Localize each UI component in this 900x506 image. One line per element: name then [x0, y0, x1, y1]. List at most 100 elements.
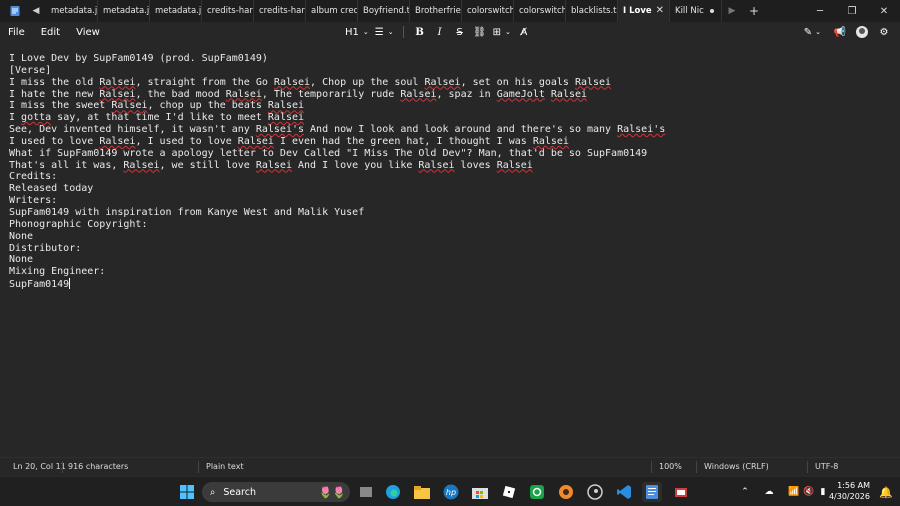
text-line: Writers: [9, 195, 899, 207]
clock[interactable]: 1:56 AM 4/30/2026 [829, 480, 870, 502]
notification-bell-icon[interactable]: 🔔 [876, 482, 896, 502]
list-dropdown[interactable]: ☰ ⌄ [372, 22, 397, 42]
cloud-icon[interactable]: ☁ [758, 487, 780, 497]
notepad-taskbar-icon[interactable] [642, 482, 662, 502]
tab-label: Kill Nic [675, 6, 704, 16]
link-button[interactable]: ⛓ [470, 22, 490, 42]
close-tab-icon[interactable]: ✕ [656, 5, 664, 16]
taskbar-search[interactable]: ⌕ Search 🌷🌷 [202, 482, 350, 502]
misspelled-word: Ralsei [267, 100, 305, 112]
hp-icon[interactable]: hp [441, 482, 461, 502]
text-line: I miss the old Ralsei, straight from the… [9, 77, 899, 89]
line-ending[interactable]: Windows (CRLF) [704, 462, 769, 471]
table-dropdown[interactable]: ⊞ ⌄ [490, 22, 514, 42]
file-format[interactable]: Plain text [206, 462, 244, 471]
tab-blacklists[interactable]: blacklists.txt [566, 0, 618, 22]
vscode-icon[interactable] [614, 482, 634, 502]
text-run: , I used to love [135, 135, 238, 147]
status-divider [651, 461, 652, 473]
avatar[interactable] [856, 26, 868, 38]
unsaved-dot-icon [710, 9, 714, 13]
italic-button[interactable]: I [430, 22, 450, 42]
tab-credits-hard-1[interactable]: credits-hard [202, 0, 254, 22]
text-line: I hate the new Ralsei, the bad mood Rals… [9, 89, 899, 101]
wifi-icon[interactable]: 📶 [786, 487, 802, 497]
tab-boyfriend[interactable]: Boyfriend.txt [358, 0, 410, 22]
text-run: Released today [9, 183, 94, 195]
scroll-tabs-right-button[interactable]: ▶ [722, 0, 742, 22]
new-tab-button[interactable]: + [742, 0, 766, 22]
text-run: None [9, 230, 34, 242]
steam-icon[interactable] [585, 482, 605, 502]
fl-studio-icon[interactable] [556, 482, 576, 502]
zoom-level[interactable]: 100% [659, 462, 682, 471]
text-line: I used to love Ralsei, I used to love Ra… [9, 136, 899, 148]
status-divider [62, 461, 63, 473]
roblox-icon[interactable] [499, 482, 519, 502]
close-window-button[interactable]: ✕ [868, 0, 900, 22]
tab-metadata-3[interactable]: metadata.jsc [150, 0, 202, 22]
title-bar: ◀ metadata.jsc metadata.jsc metadata.jsc… [0, 0, 900, 22]
scroll-tabs-left-button[interactable]: ◀ [26, 0, 46, 22]
text-run: I miss the sweet [9, 100, 112, 112]
text-editor[interactable]: I Love Dev by SupFam0149 (prod. SupFam01… [9, 53, 899, 290]
text-line: [Verse] [9, 65, 899, 77]
misspelled-word: Ralsei [400, 88, 437, 100]
tab-brotherfriend[interactable]: Brotherfrien [410, 0, 462, 22]
tab-credits-hard-2[interactable]: credits-hard [254, 0, 306, 22]
restore-button[interactable]: ❐ [836, 0, 868, 22]
cursor-position[interactable]: Ln 20, Col 11 [13, 462, 66, 471]
misspelled-word: Ralsei [255, 159, 292, 171]
heading-label: H1 [345, 26, 359, 38]
tab-colorswitch-2[interactable]: colorswitchi [514, 0, 566, 22]
character-count: 916 characters [68, 462, 129, 471]
text-run: I hate the new [9, 88, 100, 100]
text-line: SupFam0149 with inspiration from Kanye W… [9, 207, 899, 219]
heading-dropdown[interactable]: H1 ⌄ [342, 22, 372, 42]
tab-colorswitch-1[interactable]: colorswitchi [462, 0, 514, 22]
text-run: , Chop up the soul [310, 76, 425, 88]
tab-album-credits[interactable]: album credit [306, 0, 358, 22]
strikethrough-button[interactable]: S [450, 22, 470, 42]
settings-button[interactable]: ⚙ [874, 22, 894, 42]
announcement-button[interactable]: 📢 [830, 22, 850, 42]
text-line: Distributor: [9, 243, 899, 255]
search-icon: ⌕ [210, 486, 216, 498]
menu-view[interactable]: View [68, 27, 108, 38]
battery-icon[interactable]: ▮ [816, 487, 830, 497]
text-run: What if SupFam0149 wrote a apology lette… [9, 147, 648, 159]
start-button[interactable] [177, 482, 197, 502]
chevron-up-icon[interactable]: ⌃ [738, 487, 752, 497]
tab-kill-nic[interactable]: Kill Nic [670, 0, 722, 22]
text-run: Distributor: [9, 242, 82, 254]
volume-icon[interactable]: 🔇 [802, 487, 816, 497]
snipping-tool-icon[interactable] [671, 482, 691, 502]
tab-metadata-2[interactable]: metadata.jsc [98, 0, 150, 22]
tab-label: I Love [623, 6, 652, 16]
system-tray: ⌃ ☁ 📶 🔇 ▮ [738, 477, 830, 506]
link-icon: ⛓ [473, 26, 486, 38]
tab-label: metadata.jsc [103, 6, 150, 16]
encoding[interactable]: UTF-8 [815, 462, 838, 471]
bold-button[interactable]: B [410, 22, 430, 42]
misspelled-word: Ralsei [267, 112, 305, 124]
tab-metadata-1[interactable]: metadata.jsc [46, 0, 98, 22]
microsoft-store-icon[interactable] [470, 482, 490, 502]
status-divider [696, 461, 697, 473]
clear-formatting-button[interactable]: A̸ [514, 22, 534, 42]
misspelled-word: GameJolt [496, 88, 545, 100]
xbox-icon[interactable] [527, 482, 547, 502]
menu-file[interactable]: File [0, 27, 33, 38]
misspelled-word: Ralsei's [617, 124, 666, 136]
misspelled-word: gotta [21, 112, 52, 124]
edge-icon[interactable] [383, 482, 403, 502]
copilot-dropdown[interactable]: ✎ ⌄ [801, 22, 824, 42]
menu-edit[interactable]: Edit [33, 27, 68, 38]
file-explorer-icon[interactable] [412, 482, 432, 502]
misspelled-word: Ralsei [532, 135, 569, 147]
tab-i-love-dev[interactable]: I Love ✕ [618, 0, 670, 22]
task-view-icon[interactable] [356, 482, 376, 502]
text-run: I miss the old [9, 76, 100, 88]
status-divider [198, 461, 199, 473]
minimize-button[interactable]: ─ [804, 0, 836, 22]
